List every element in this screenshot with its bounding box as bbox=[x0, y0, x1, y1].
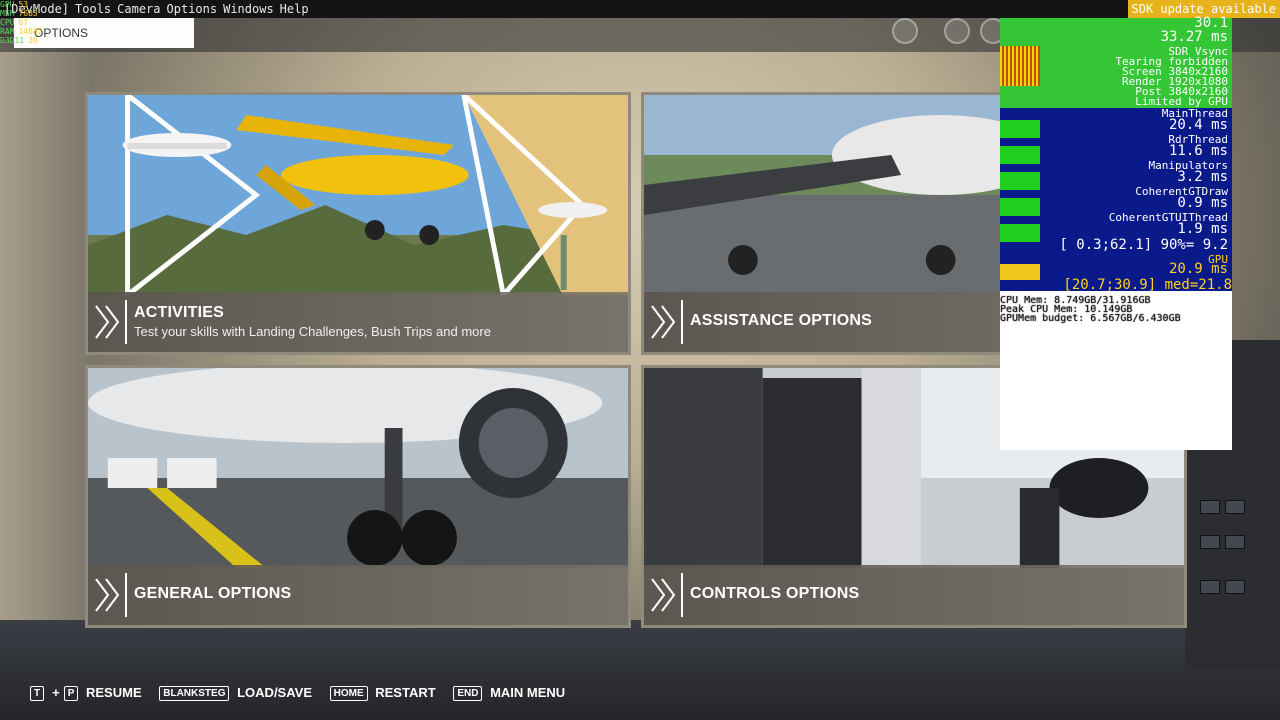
plus-sign: + bbox=[52, 685, 60, 700]
activities-subtitle: Test your skills with Landing Challenges… bbox=[134, 324, 491, 339]
windows-menu-item[interactable]: Windows bbox=[223, 2, 274, 16]
thread-bar bbox=[1000, 172, 1040, 190]
thread-bar bbox=[1000, 146, 1040, 164]
panel-button bbox=[1200, 500, 1220, 514]
cockpit-glareshield bbox=[0, 620, 1280, 720]
general-options-title: GENERAL OPTIONS bbox=[134, 585, 292, 602]
restart-label: RESTART bbox=[375, 685, 436, 700]
resume-shortcut[interactable]: T + P RESUME bbox=[30, 685, 142, 701]
gpu-range: [20.7;30.9] med=21.8 bbox=[1000, 278, 1232, 292]
footer-shortcuts: T + P RESUME BLANKSTEG LOAD/SAVE HOME REST… bbox=[30, 685, 579, 703]
tools-menu-item[interactable]: Tools bbox=[75, 2, 111, 16]
stat-value: 53 bbox=[18, 0, 29, 9]
activities-image bbox=[88, 95, 628, 295]
stat-value: 67 bbox=[18, 18, 29, 27]
activities-card[interactable]: ACTIVITIES Test your skills with Landing… bbox=[85, 92, 631, 355]
thread-range: [ 0.3;62.1] 90%= 9.2 bbox=[1059, 237, 1228, 253]
label-separator bbox=[681, 573, 683, 617]
frame-time-graph bbox=[1000, 46, 1040, 86]
key-hint: HOME bbox=[329, 686, 368, 701]
thread-ms: 11.6 ms bbox=[1168, 143, 1228, 159]
panel-button bbox=[1200, 535, 1220, 549]
label-separator bbox=[125, 573, 127, 617]
chevron-right-icon bbox=[95, 578, 120, 612]
key-hint: END bbox=[453, 686, 483, 701]
stat-label: RAM bbox=[0, 27, 15, 36]
stat-label: D3D11 bbox=[0, 36, 25, 45]
performance-overlay: 30.1 33.27 ms SDR Vsync Tearing forbidde… bbox=[1000, 15, 1232, 450]
key-hint: T bbox=[30, 686, 45, 701]
stat-label: CPU bbox=[0, 18, 15, 27]
key-hint: BLANKSTEG bbox=[159, 686, 230, 701]
stat-label: MEM bbox=[0, 9, 15, 18]
thread-ms: 0.9 ms bbox=[1177, 195, 1228, 211]
key-hint: P bbox=[63, 686, 79, 701]
target-icon[interactable] bbox=[892, 18, 918, 44]
thread-ms: 1.9 ms bbox=[1177, 221, 1228, 237]
stat-value: 7683 bbox=[18, 9, 38, 18]
thread-bar bbox=[1000, 224, 1040, 242]
general-image bbox=[88, 368, 628, 568]
controls-options-title: CONTROLS OPTIONS bbox=[690, 585, 860, 602]
panel-button bbox=[1225, 580, 1245, 594]
gpu-mem-budget: GPUMem budget: 6.567GB/6.430GB bbox=[1000, 313, 1181, 324]
stat-value: 14682 bbox=[18, 27, 43, 36]
main-menu-shortcut[interactable]: END MAIN MENU bbox=[453, 685, 565, 701]
activities-title: ACTIVITIES bbox=[134, 304, 225, 321]
thread-ms: 3.2 ms bbox=[1177, 169, 1228, 185]
frame-time: 33.27 ms bbox=[1160, 29, 1228, 45]
thread-bar bbox=[1000, 198, 1040, 216]
help-menu-item[interactable]: Help bbox=[280, 2, 309, 16]
thread-bar bbox=[1000, 120, 1040, 138]
panel-button bbox=[1225, 535, 1245, 549]
main-menu-label: MAIN MENU bbox=[490, 685, 566, 700]
options-menu-item[interactable]: Options bbox=[167, 2, 218, 16]
stat-value: 30 bbox=[28, 36, 38, 45]
profile-icon[interactable] bbox=[944, 18, 970, 44]
thread-ms: 20.4 ms bbox=[1168, 117, 1228, 133]
perf-summary: 30.1 33.27 ms SDR Vsync Tearing forbidde… bbox=[1000, 15, 1232, 108]
resume-label: RESUME bbox=[86, 685, 142, 700]
chevron-right-icon bbox=[95, 305, 120, 339]
general-label-bar: GENERAL OPTIONS bbox=[88, 565, 628, 625]
label-separator bbox=[681, 300, 683, 344]
controls-label-bar: CONTROLS OPTIONS bbox=[644, 565, 1184, 625]
camera-menu-item[interactable]: Camera bbox=[117, 2, 160, 16]
thread-timings: MainThread 20.4 ms RdrThread 11.6 ms Man… bbox=[1000, 108, 1232, 282]
fps-value: 30.1 bbox=[1194, 15, 1228, 31]
panel-button bbox=[1200, 580, 1220, 594]
load-save-label: LOAD/SAVE bbox=[237, 685, 312, 700]
memory-stats: CPU Mem: 8.749GB/31.916GB Peak CPU Mem: … bbox=[1000, 296, 1252, 324]
gpu-ms: 20.9 ms bbox=[1168, 261, 1228, 277]
cockpit-frame-left bbox=[0, 40, 90, 640]
activities-label-bar: ACTIVITIES Test your skills with Landing… bbox=[88, 292, 628, 352]
stat-label: GPU bbox=[0, 0, 15, 9]
mini-stats: GPU 53 MEM 7683 CPU 67 RAM 14682 D3D11 30 bbox=[0, 0, 60, 56]
load-save-shortcut[interactable]: BLANKSTEG LOAD/SAVE bbox=[159, 685, 312, 701]
restart-shortcut[interactable]: HOME RESTART bbox=[329, 685, 436, 701]
assistance-options-title: ASSISTANCE OPTIONS bbox=[690, 312, 872, 329]
devmode-menubar: [DevMode] Tools Camera Options Windows Help S… bbox=[0, 0, 1280, 18]
general-options-card[interactable]: GENERAL OPTIONS bbox=[85, 365, 631, 628]
panel-button bbox=[1225, 500, 1245, 514]
label-separator bbox=[125, 300, 127, 344]
chevron-right-icon bbox=[651, 578, 676, 612]
chevron-right-icon bbox=[651, 305, 676, 339]
